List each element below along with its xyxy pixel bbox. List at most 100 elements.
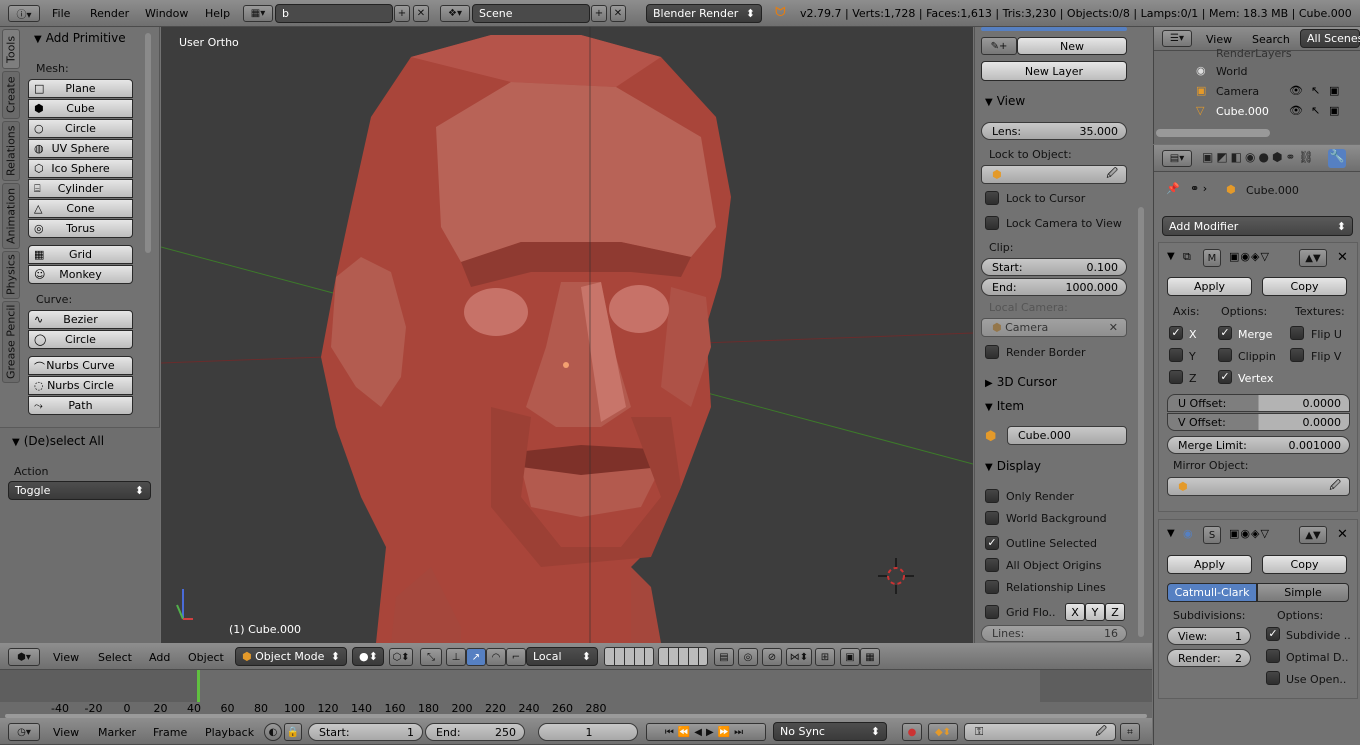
- display-section-header[interactable]: ▼ Display: [985, 459, 1041, 473]
- preview-range-icon[interactable]: ◐: [264, 723, 282, 741]
- modifier-visibility-icons[interactable]: ▣◉◈▽: [1229, 527, 1270, 540]
- vertex-checkbox[interactable]: ✓: [1218, 370, 1232, 384]
- snap-element-icon[interactable]: ⋈⬍: [786, 648, 812, 666]
- playback-controls[interactable]: ⏮⏪◀▶⏩⏭: [646, 723, 766, 741]
- info-editor-icon[interactable]: ⓘ▾: [8, 5, 40, 22]
- relationship-lines-checkbox[interactable]: [985, 580, 999, 594]
- scene-icon[interactable]: ❖▾: [440, 5, 470, 22]
- outliner-editor-icon[interactable]: ☰▾: [1162, 30, 1192, 47]
- modifier-visibility-icons[interactable]: ▣◉◈▽: [1229, 250, 1270, 263]
- mirror-object-field[interactable]: ⬢ 🖉: [1167, 477, 1350, 496]
- collapse-arrow-icon[interactable]: ▼: [1167, 251, 1175, 262]
- outliner-item-cube[interactable]: Cube.000: [1216, 105, 1269, 118]
- menu-file[interactable]: File: [52, 7, 70, 20]
- menu-render[interactable]: Render: [90, 7, 129, 20]
- eyedropper-icon[interactable]: 🖉: [1095, 723, 1107, 742]
- eyedropper-icon[interactable]: 🖉: [1329, 477, 1341, 496]
- catmull-clark-toggle[interactable]: Catmull-Clark: [1167, 583, 1257, 602]
- marker-menu[interactable]: Marker: [98, 726, 136, 739]
- item-section-header[interactable]: ▼ Item: [985, 399, 1024, 413]
- nurbs-circle-button[interactable]: ◌ Nurbs Circle: [28, 376, 133, 395]
- eyedropper-icon[interactable]: 🖉: [1106, 165, 1118, 184]
- lock-to-cursor-checkbox[interactable]: [985, 191, 999, 205]
- modifier-name-field[interactable]: S: [1203, 526, 1221, 544]
- outliner-view-menu[interactable]: View: [1206, 33, 1232, 46]
- grid-x-toggle[interactable]: X: [1065, 603, 1085, 621]
- remove-modifier-icon[interactable]: ✕: [1337, 527, 1348, 542]
- orientation-select[interactable]: Local ⬍: [526, 647, 598, 666]
- grid-button[interactable]: ▦ Grid: [28, 245, 133, 264]
- shading-select[interactable]: ●⬍: [352, 647, 384, 666]
- lock-object-field[interactable]: ⬢ 🖉: [981, 165, 1127, 184]
- timeline[interactable]: -40 -20 0 20 40 60 80 100 120 140 160 180 200 220 240 2…: [0, 670, 1152, 718]
- nurbs-curve-button[interactable]: ⌒ Nurbs Curve: [28, 356, 133, 375]
- bezier-button[interactable]: ∿ Bezier: [28, 310, 133, 329]
- optimal-display-checkbox[interactable]: [1266, 649, 1280, 663]
- menu-help[interactable]: Help: [205, 7, 230, 20]
- timeline-view-menu[interactable]: View: [53, 726, 79, 739]
- outliner-item-camera[interactable]: Camera: [1216, 85, 1259, 98]
- timeline-editor-icon[interactable]: ◷▾: [8, 723, 40, 741]
- snap-target-icon[interactable]: ⊞: [815, 648, 835, 666]
- grid-lines-field[interactable]: Lines: 16: [981, 625, 1127, 642]
- operator-header[interactable]: ▼ (De)select All: [12, 434, 104, 448]
- proportional-edit-icon[interactable]: ◎: [738, 648, 758, 666]
- layers-grid-2[interactable]: [658, 647, 708, 666]
- plane-button[interactable]: □ Plane: [28, 79, 133, 98]
- layer-lock-icon[interactable]: ▤: [714, 648, 734, 666]
- clip-end-field[interactable]: End: 1000.000: [981, 278, 1127, 296]
- scale-manipulator-icon[interactable]: ◠: [486, 648, 506, 666]
- circle-button[interactable]: ○ Circle: [28, 119, 133, 138]
- item-name-field[interactable]: Cube.000: [1007, 426, 1127, 445]
- remove-scene-button[interactable]: ✕: [610, 5, 626, 22]
- mirror-copy-button[interactable]: Copy: [1262, 277, 1347, 296]
- rotate-manipulator-icon[interactable]: ↗: [466, 648, 486, 666]
- render-engine-select[interactable]: Blender Render ⬍: [646, 4, 762, 23]
- cursor-select-icon[interactable]: ↖: [1311, 84, 1320, 97]
- axis-x-checkbox[interactable]: ✓: [1169, 326, 1183, 340]
- render-levels-field[interactable]: Render: 2: [1167, 649, 1251, 667]
- subsurf-copy-button[interactable]: Copy: [1262, 555, 1347, 574]
- 3d-viewport[interactable]: User Ortho (1) Cube.000: [161, 27, 973, 643]
- cursor-select-icon[interactable]: ↖: [1311, 104, 1320, 117]
- subdivide-uvs-checkbox[interactable]: ✓: [1266, 627, 1280, 641]
- cube-button[interactable]: ⬢ Cube: [28, 99, 133, 118]
- npanel-scrollbar[interactable]: [1138, 207, 1144, 637]
- menu-window[interactable]: Window: [145, 7, 188, 20]
- lock-camera-checkbox[interactable]: [985, 216, 999, 230]
- keying-icon[interactable]: ◆⬍: [928, 723, 958, 741]
- mirror-apply-button[interactable]: Apply: [1167, 277, 1252, 296]
- monkey-button[interactable]: ☺ Monkey: [28, 265, 133, 284]
- grid-y-toggle[interactable]: Y: [1085, 603, 1105, 621]
- 3d-cursor-section-header[interactable]: ▶ 3D Cursor: [985, 375, 1057, 389]
- add-modifier-select[interactable]: Add Modifier ⬍: [1162, 216, 1353, 236]
- add-menu[interactable]: Add: [149, 651, 170, 664]
- clip-start-field[interactable]: Start: 0.100: [981, 258, 1127, 276]
- outline-selected-checkbox[interactable]: ✓: [985, 536, 999, 550]
- grease-pencil-icon[interactable]: ✎+: [981, 37, 1017, 55]
- remove-screen-button[interactable]: ✕: [413, 5, 429, 22]
- torus-button[interactable]: ◎ Torus: [28, 219, 133, 238]
- layers-grid-1[interactable]: [604, 647, 654, 666]
- current-frame-field[interactable]: 1: [538, 723, 638, 741]
- outliner-scrollbar[interactable]: [1156, 129, 1270, 137]
- move-modifier-buttons[interactable]: ▲▼: [1299, 249, 1327, 267]
- outliner-display-select[interactable]: All Scenes: [1300, 29, 1360, 48]
- world-background-checkbox[interactable]: [985, 511, 999, 525]
- keyframe-insert-icon[interactable]: ⌗: [1120, 723, 1140, 741]
- pin-icon[interactable]: 📌: [1166, 182, 1180, 195]
- tab-create[interactable]: Create: [2, 71, 20, 119]
- modifier-tab-wrench-icon[interactable]: 🔧: [1328, 149, 1346, 168]
- frame-menu[interactable]: Frame: [153, 726, 187, 739]
- grid-floor-checkbox[interactable]: [985, 605, 999, 619]
- add-screen-button[interactable]: +: [394, 5, 410, 22]
- outliner-item-renderlayers[interactable]: RenderLayers: [1216, 47, 1292, 60]
- grid-z-toggle[interactable]: Z: [1105, 603, 1125, 621]
- context-tabs[interactable]: ▣◩◧◉●⬢⚭⛓: [1202, 150, 1317, 164]
- view-menu[interactable]: View: [53, 651, 79, 664]
- move-modifier-buttons[interactable]: ▲▼: [1299, 526, 1327, 544]
- end-frame-field[interactable]: End: 250: [425, 723, 525, 741]
- screen-layout-icon[interactable]: ▦▾: [243, 5, 273, 22]
- view-section-header[interactable]: ▼ View: [985, 94, 1025, 108]
- scrollbar[interactable]: [145, 33, 151, 253]
